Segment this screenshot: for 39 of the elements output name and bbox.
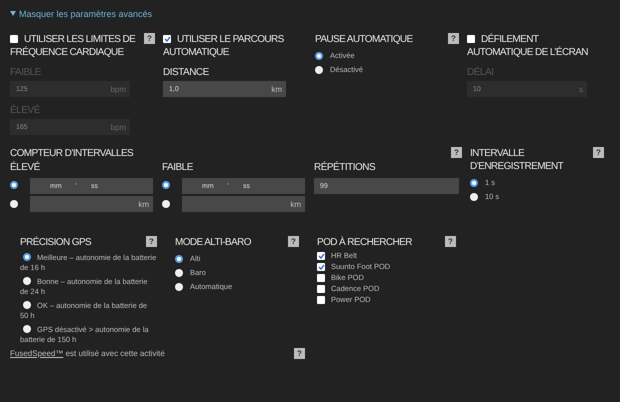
help-button[interactable]: ?: [593, 147, 604, 158]
section-title: COMPTEUR D’INTERVALLES: [10, 147, 134, 160]
help-button[interactable]: ?: [451, 147, 462, 158]
checkbox[interactable]: [317, 284, 325, 292]
help-button[interactable]: ?: [448, 33, 459, 44]
radio-button[interactable]: [162, 200, 170, 208]
help-button[interactable]: ?: [144, 33, 155, 44]
section-title: UTILISER LE PARCOURS AUTOMATIQUE: [163, 33, 285, 59]
checkbox[interactable]: [317, 252, 325, 260]
field-label: DISTANCE: [163, 67, 210, 78]
checkbox[interactable]: [317, 296, 325, 304]
checkbox[interactable]: [10, 35, 18, 44]
distance-field[interactable]: km: [182, 196, 305, 212]
section-title: POD À RECHERCHER: [317, 236, 412, 249]
checkbox[interactable]: [163, 35, 171, 44]
radio-button[interactable]: [162, 180, 170, 188]
field-label: RÉPÉTITIONS: [314, 162, 376, 173]
help-button[interactable]: ?: [288, 236, 299, 247]
help-button[interactable]: ?: [294, 348, 305, 359]
footer-text: FusedSpeed™ est utilisé avec cette activité: [10, 349, 165, 358]
radio-button[interactable]: [10, 180, 18, 188]
section-title: UTILISER LES LIMITES DE FRÉQUENCE CARDIAQUE: [10, 33, 136, 59]
fusedspeed-link[interactable]: FusedSpeed™: [10, 349, 64, 358]
section-title: INTERVALLE D’ENREGISTREMENT: [470, 147, 564, 173]
checkbox[interactable]: [467, 35, 475, 44]
section-title: PRÉCISION GPS: [20, 236, 92, 249]
help-button[interactable]: ?: [146, 236, 157, 247]
help-button[interactable]: ?: [445, 236, 456, 247]
section-title: DÉFILEMENT AUTOMATIQUE DE L’ÉCRAN: [467, 33, 589, 59]
section-title: MODE ALTI-BARO: [175, 236, 251, 249]
section-title: PAUSE AUTOMATIQUE: [315, 33, 413, 46]
field-label: FAIBLE: [162, 162, 194, 173]
checkbox[interactable]: [317, 262, 325, 270]
distance-field[interactable]: km: [30, 196, 153, 212]
checkbox[interactable]: [317, 274, 325, 282]
caret-icon: [10, 11, 16, 16]
field-label: ÉLEVÉ: [10, 162, 41, 173]
toggle-link[interactable]: Masquer les paramètres avancés: [10, 8, 152, 18]
radio-button[interactable]: [10, 200, 18, 208]
